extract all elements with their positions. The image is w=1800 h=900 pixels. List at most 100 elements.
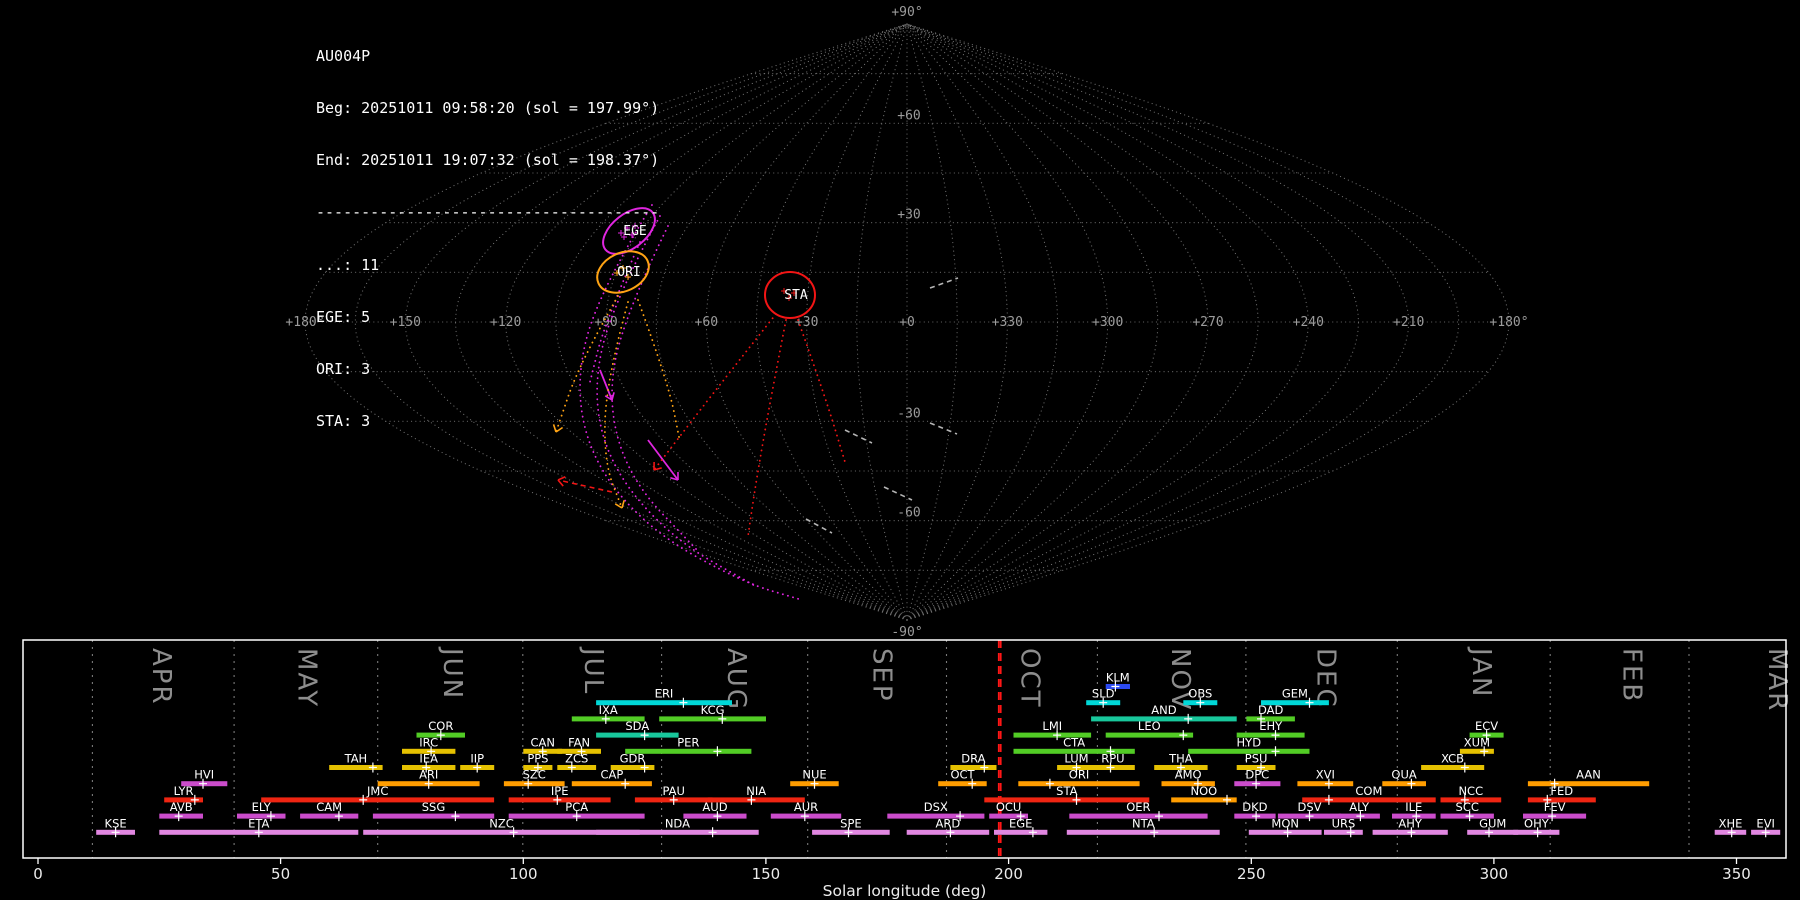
shower-label-ehy: EHY: [1259, 719, 1283, 733]
shower-label-ecv: ECV: [1475, 719, 1498, 733]
shower-label-mon: MON: [1271, 816, 1299, 830]
meteor-trail: [844, 429, 873, 444]
shower-label-aur: AUR: [794, 800, 818, 814]
shower-label-oer: OER: [1126, 800, 1150, 814]
trail-arrowhead: [557, 475, 566, 481]
shower-label-spe: SPE: [840, 816, 862, 830]
month-label: DEC: [1311, 648, 1341, 709]
shower-label-cor: COR: [428, 719, 453, 733]
meteor-trail: [883, 486, 913, 501]
peak-marker: [368, 762, 377, 773]
shower-label-xum: XUM: [1464, 735, 1490, 749]
shower-bar-nta: [1066, 829, 1220, 835]
shower-bar-ege: [994, 829, 1048, 835]
grid-meridian: [755, 23, 908, 621]
count-ori: ORI: 3: [316, 360, 371, 379]
shower-label-ile: ILE: [1405, 800, 1422, 814]
shower-label-qua: QUA: [1391, 768, 1416, 782]
shower-label-kcg: KCG: [701, 703, 725, 717]
shower-label-fed: FED: [1550, 784, 1573, 798]
shower-bar-nda: [596, 829, 759, 835]
peak-marker: [708, 827, 717, 838]
shower-label-leo: LEO: [1138, 719, 1161, 733]
shower-label-amo: AMO: [1175, 768, 1202, 782]
x-tick-label: 200: [994, 865, 1023, 883]
shower-bar-cam: [300, 813, 359, 819]
shower-label-eri: ERI: [655, 687, 674, 701]
shower-label-pps: PPS: [527, 752, 548, 766]
x-tick-label: 350: [1722, 865, 1751, 883]
grid-meridian: [806, 23, 908, 621]
count-ege: EGE: 5: [316, 307, 371, 326]
shower-bar-and: [1091, 716, 1237, 722]
shower-label-aan: AAN: [1576, 768, 1601, 782]
month-label: OCT: [1015, 648, 1045, 709]
shower-label-pau: PAU: [662, 784, 684, 798]
x-tick-label: 300: [1480, 865, 1509, 883]
shower-label-cap: CAP: [600, 768, 623, 782]
shower-label-klm: KLM: [1106, 671, 1130, 685]
month-label: JUN: [437, 646, 467, 700]
shower-label-psu: PSU: [1245, 752, 1268, 766]
shower-bar-sda: [596, 732, 679, 738]
begin-time-line: Beg: 20251011 09:58:20 (sol = 197.99°): [316, 99, 660, 118]
pole-label-south: -90°: [891, 625, 922, 640]
shower-label-lyr: LYR: [174, 784, 194, 798]
shower-label-hvi: HVI: [194, 768, 214, 782]
month-label: JUL: [578, 646, 608, 695]
shower-label-obs: OBS: [1188, 687, 1212, 701]
shower-label-szc: SZC: [523, 768, 546, 782]
shower-label-oct: OCT: [950, 768, 975, 782]
shower-label-ncc: NCC: [1458, 784, 1483, 798]
shower-label-and: AND: [1151, 703, 1176, 717]
activity-timeline: APR MAY JUN JUL AUG SEP OCT NOV DEC JAN FEB MARKLME…: [22, 639, 1792, 900]
shower-bar-ssg: [372, 813, 495, 819]
shower-label-dkd: DKD: [1242, 800, 1267, 814]
radiant-label-sta: STA: [784, 288, 808, 303]
shower-label-per: PER: [677, 735, 699, 749]
station-code: AU004P: [316, 46, 371, 65]
shower-label-jmc: JMC: [366, 784, 388, 798]
shower-label-gdr: GDR: [620, 752, 646, 766]
peak-marker: [679, 697, 688, 708]
shower-bar-ori: [1018, 781, 1140, 787]
shower-label-dad: DAD: [1258, 703, 1284, 717]
shower-label-iea: IEA: [419, 752, 438, 766]
pole-label-north: +90°: [891, 5, 922, 20]
peak-marker: [451, 811, 460, 822]
shower-label-urs: URS: [1332, 816, 1356, 830]
shower-label-fev: FEV: [1544, 800, 1566, 814]
shower-label-lmi: LMI: [1042, 719, 1062, 733]
peak-marker: [1045, 778, 1054, 789]
month-label: MAR: [1762, 648, 1792, 712]
shower-label-zcs: ZCS: [565, 752, 588, 766]
trail-arrowhead: [621, 500, 625, 509]
shower-label-ari: ARI: [419, 768, 438, 782]
longitude-label: +0: [899, 315, 915, 330]
shower-label-ori: ORI: [1069, 768, 1089, 782]
peak-marker: [1223, 794, 1231, 805]
meteor-trail: [929, 277, 959, 289]
chart-frame: [22, 639, 1787, 859]
shower-bar-aan: [1527, 781, 1650, 787]
shower-label-dsv: DSV: [1297, 800, 1321, 814]
longitude-label: +270: [1192, 315, 1223, 330]
shower-label-gem: GEM: [1282, 687, 1308, 701]
longitude-label: +300: [1092, 315, 1123, 330]
shower-label-rpu: RPU: [1101, 752, 1124, 766]
end-time-line: End: 20251011 19:07:32 (sol = 198.37°): [316, 151, 660, 170]
shower-label-xcb: XCB: [1441, 752, 1464, 766]
x-tick-label: 100: [509, 865, 538, 883]
peak-marker: [359, 794, 368, 805]
shower-label-cta: CTA: [1063, 735, 1085, 749]
shower-label-com: COM: [1355, 784, 1382, 798]
meteor-trail: [797, 319, 846, 463]
longitude-label: +210: [1393, 315, 1424, 330]
longitude-label: +240: [1293, 315, 1324, 330]
shower-bar-xum: [1459, 748, 1494, 754]
shower-bar-qua: [1382, 781, 1426, 787]
shower-bar-cap: [571, 781, 652, 787]
shower-label-noo: NOO: [1191, 784, 1218, 798]
meteor-trail: [805, 518, 833, 534]
shower-label-dpc: DPC: [1245, 768, 1269, 782]
